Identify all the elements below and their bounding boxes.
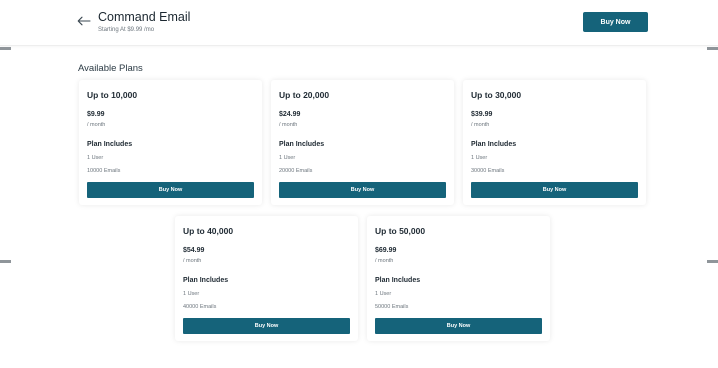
plan-emails: 30000 Emails [471,168,505,174]
plan-price: $54.99 [183,247,205,254]
plan-title: Up to 40,000 [183,226,234,236]
plan-buy-now-button[interactable]: Buy Now [471,182,638,198]
plan-emails: 40000 Emails [183,304,217,310]
plan-includes-label: Plan Includes [183,277,229,284]
header-buy-now-button[interactable]: Buy Now [583,12,648,32]
plan-card-10000: Up to 10,000 $9.99 / month Plan Includes… [79,80,262,205]
plan-card-40000: Up to 40,000 $54.99 / month Plan Include… [175,216,358,341]
plan-title: Up to 50,000 [375,226,426,236]
edge-marker [0,47,11,50]
plan-title: Up to 20,000 [279,90,330,100]
plan-card-20000: Up to 20,000 $24.99 / month Plan Include… [271,80,454,205]
plan-buy-now-button[interactable]: Buy Now [279,182,446,198]
plan-includes-label: Plan Includes [375,277,421,284]
edge-marker [707,47,718,50]
page-subtitle: Starting At $9.99 /mo [98,27,155,33]
plan-includes-label: Plan Includes [471,141,517,148]
plan-users: 1 User [279,155,296,161]
plan-title: Up to 30,000 [471,90,522,100]
plan-users: 1 User [87,155,104,161]
back-button[interactable] [76,13,92,29]
app-header: Command Email Starting At $9.99 /mo Buy … [0,0,718,46]
plan-card-30000: Up to 30,000 $39.99 / month Plan Include… [463,80,646,205]
plan-card-50000: Up to 50,000 $69.99 / month Plan Include… [367,216,550,341]
plan-price: $39.99 [471,111,493,118]
plan-buy-now-button[interactable]: Buy Now [375,318,542,334]
plan-users: 1 User [471,155,488,161]
plan-includes-label: Plan Includes [87,141,133,148]
plan-buy-now-button[interactable]: Buy Now [87,182,254,198]
plan-period: / month [279,122,298,128]
plan-includes-label: Plan Includes [279,141,325,148]
plan-period: / month [87,122,106,128]
edge-marker [707,260,718,263]
page-title: Command Email [98,10,191,24]
section-title: Available Plans [78,63,143,74]
plan-emails: 10000 Emails [87,168,121,174]
plan-users: 1 User [375,291,392,297]
plan-period: / month [375,258,394,264]
plan-emails: 20000 Emails [279,168,313,174]
plan-buy-now-button[interactable]: Buy Now [183,318,350,334]
plan-period: / month [183,258,202,264]
arrow-left-icon [77,16,91,26]
plan-price: $69.99 [375,247,397,254]
plan-users: 1 User [183,291,200,297]
plan-price: $9.99 [87,111,105,118]
plan-period: / month [471,122,490,128]
plan-title: Up to 10,000 [87,90,138,100]
plan-emails: 50000 Emails [375,304,409,310]
plan-price: $24.99 [279,111,301,118]
edge-marker [0,260,11,263]
